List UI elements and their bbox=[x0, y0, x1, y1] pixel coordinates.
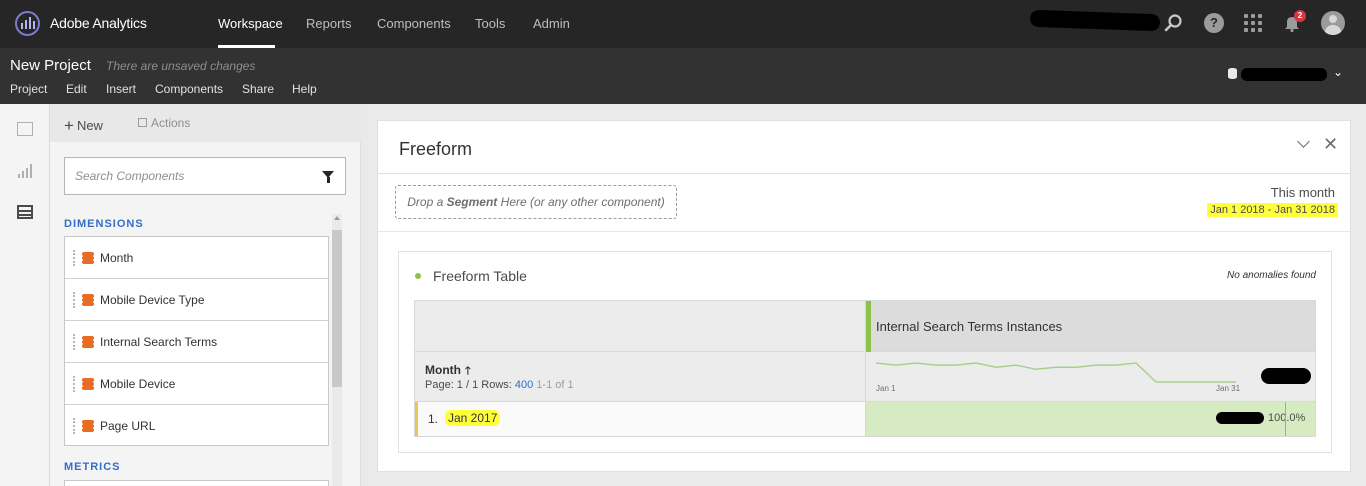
top-bar: Adobe Analytics Workspace Reports Compon… bbox=[0, 0, 1366, 48]
drag-handle-icon[interactable] bbox=[73, 292, 75, 308]
drag-handle-icon[interactable] bbox=[73, 250, 75, 266]
redacted-report-suite bbox=[1241, 68, 1327, 81]
dimension-column-header[interactable]: Month 🡑 Page: 1 / 1 Rows: 400 1-1 of 1 bbox=[415, 352, 866, 402]
row-number: 1. bbox=[428, 412, 439, 426]
divider bbox=[378, 173, 1350, 174]
date-range-value[interactable]: Jan 1 2018 - Jan 31 2018 bbox=[1207, 203, 1338, 217]
scroll-up-icon[interactable] bbox=[334, 216, 340, 220]
app-title[interactable]: Adobe Analytics bbox=[50, 15, 147, 31]
new-button[interactable]: + New bbox=[64, 115, 103, 135]
redacted-total bbox=[1261, 368, 1311, 384]
date-range-label[interactable]: This month bbox=[1271, 185, 1335, 200]
menu-help[interactable]: Help bbox=[292, 82, 317, 96]
report-suite-selector[interactable]: ⌄ bbox=[1228, 65, 1348, 86]
components-panel: +New Actions DIMENSIONS Month Mobile Dev… bbox=[50, 104, 361, 486]
divider bbox=[378, 231, 1350, 232]
metrics-heading: METRICS bbox=[64, 461, 121, 473]
column-drag-handle[interactable] bbox=[866, 301, 871, 352]
row-dimension-value[interactable]: Jan 2017 bbox=[445, 410, 501, 426]
nav-tools[interactable]: Tools bbox=[475, 16, 505, 31]
search-input[interactable] bbox=[65, 158, 315, 194]
plus-icon: + bbox=[64, 116, 74, 135]
visualization-icon[interactable] bbox=[17, 164, 33, 178]
apps-icon[interactable] bbox=[1243, 13, 1263, 33]
unsaved-status: There are unsaved changes bbox=[106, 59, 256, 73]
status-dot-icon bbox=[415, 273, 421, 279]
left-rail bbox=[0, 104, 50, 486]
component-search bbox=[64, 157, 346, 195]
dimension-item-page-url[interactable]: Page URL bbox=[65, 405, 328, 447]
dimensions-heading: DIMENSIONS bbox=[64, 218, 144, 230]
actions-button[interactable]: Actions bbox=[138, 116, 190, 130]
dimension-icon bbox=[82, 252, 94, 264]
anomaly-status: No anomalies found bbox=[1227, 270, 1316, 281]
notification-badge: 2 bbox=[1294, 10, 1306, 22]
menu-insert[interactable]: Insert bbox=[106, 82, 136, 96]
redacted-user-name bbox=[1029, 9, 1161, 32]
freeform-panel: Freeform ✕ Drop a Segment Here (or any o… bbox=[377, 120, 1351, 472]
drag-handle-icon[interactable] bbox=[73, 418, 75, 434]
drag-handle-icon[interactable] bbox=[73, 334, 75, 350]
close-icon[interactable]: ✕ bbox=[1323, 135, 1338, 153]
panel-icon[interactable] bbox=[17, 122, 33, 136]
components-icon[interactable] bbox=[17, 205, 33, 219]
scrollbar[interactable] bbox=[332, 214, 342, 486]
menu-project[interactable]: Project bbox=[10, 82, 47, 96]
freeform-table-visualization: Freeform Table No anomalies found Intern… bbox=[398, 251, 1332, 453]
dimension-item-internal-search-terms[interactable]: Internal Search Terms bbox=[65, 321, 328, 363]
database-icon bbox=[1228, 68, 1237, 79]
rows-per-page-select[interactable]: 400 bbox=[515, 379, 533, 391]
menu-components[interactable]: Components bbox=[155, 82, 223, 96]
sparkline-start-label: Jan 1 bbox=[876, 384, 896, 393]
freeform-table: Internal Search Terms Instances Month 🡑 P… bbox=[414, 300, 1316, 437]
panel-title[interactable]: Freeform bbox=[399, 139, 472, 160]
segment-drop-zone[interactable]: Drop a Segment Here (or any other compon… bbox=[395, 185, 677, 219]
table-header-empty[interactable] bbox=[415, 301, 866, 352]
dimension-icon bbox=[82, 420, 94, 432]
dimension-icon bbox=[82, 378, 94, 390]
table-cell-metric[interactable]: 100.0% bbox=[866, 402, 1315, 436]
row-percent: 100.0% bbox=[1268, 412, 1306, 424]
dimension-icon bbox=[82, 294, 94, 306]
help-icon[interactable]: ? bbox=[1204, 13, 1224, 33]
dimension-item-mobile-device[interactable]: Mobile Device bbox=[65, 363, 328, 405]
nav-reports[interactable]: Reports bbox=[306, 16, 352, 31]
project-title[interactable]: New Project bbox=[10, 57, 91, 74]
logo-icon[interactable] bbox=[15, 11, 40, 36]
scrollbar-thumb[interactable] bbox=[332, 230, 342, 387]
chevron-down-icon[interactable] bbox=[1297, 135, 1310, 148]
nav-workspace[interactable]: Workspace bbox=[218, 16, 283, 31]
dimension-list: Month Mobile Device Type Internal Search… bbox=[64, 236, 329, 446]
menu-share[interactable]: Share bbox=[242, 82, 274, 96]
checkbox-icon bbox=[138, 118, 147, 127]
avatar[interactable] bbox=[1321, 11, 1345, 35]
menu-edit[interactable]: Edit bbox=[66, 82, 87, 96]
chevron-down-icon[interactable]: ⌄ bbox=[1333, 65, 1343, 79]
row-selection-indicator bbox=[415, 402, 418, 436]
sparkline-end-label: Jan 31 bbox=[1216, 384, 1241, 393]
nav-admin[interactable]: Admin bbox=[533, 16, 570, 31]
dimension-item-mobile-device-type[interactable]: Mobile Device Type bbox=[65, 279, 328, 321]
redacted-metric-value bbox=[1216, 412, 1264, 424]
dimension-icon bbox=[82, 336, 94, 348]
sparkline bbox=[876, 362, 1236, 383]
metric-list bbox=[64, 480, 329, 486]
pagination: Page: 1 / 1 Rows: 400 1-1 of 1 bbox=[425, 379, 574, 391]
visualization-title[interactable]: Freeform Table bbox=[433, 268, 527, 284]
drag-handle-icon[interactable] bbox=[73, 376, 75, 392]
table-row[interactable]: 1. Jan 2017 bbox=[415, 402, 866, 436]
components-toolbar: + New Actions bbox=[50, 104, 361, 142]
metric-summary-row: Jan 1 Jan 31 bbox=[866, 352, 1315, 402]
percent-bar-marker bbox=[1285, 402, 1286, 436]
project-bar: New Project There are unsaved changes Pr… bbox=[0, 48, 1366, 104]
filter-icon[interactable] bbox=[322, 171, 334, 183]
nav-components[interactable]: Components bbox=[377, 16, 451, 31]
search-icon[interactable] bbox=[1164, 13, 1184, 33]
metric-column-header[interactable]: Internal Search Terms Instances bbox=[866, 301, 1315, 352]
dimension-item-month[interactable]: Month bbox=[65, 237, 328, 279]
